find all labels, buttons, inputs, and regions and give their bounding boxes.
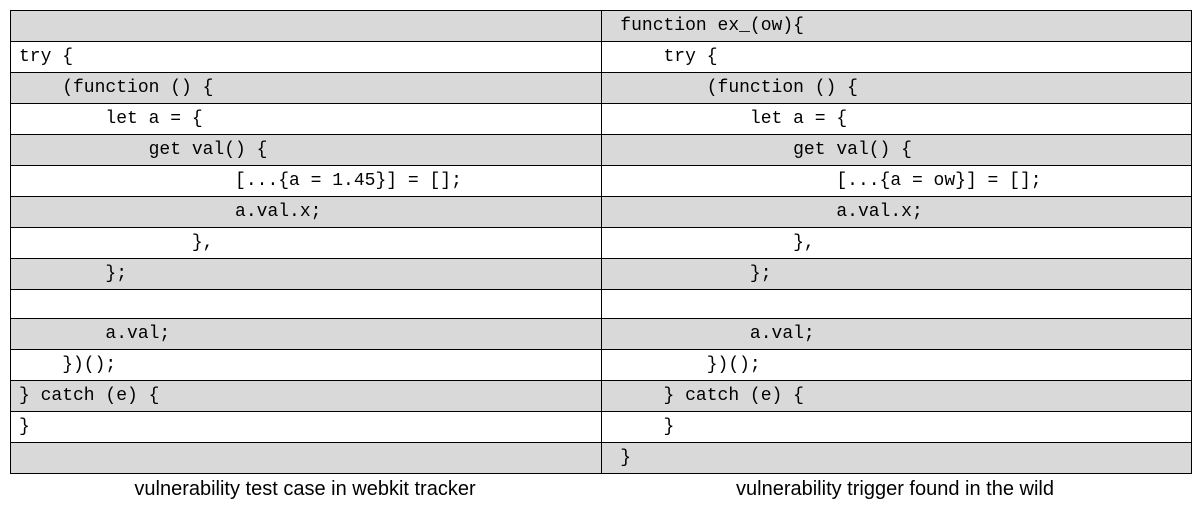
code-cell-left: } (11, 412, 602, 442)
code-cell-right: try { (602, 42, 1192, 72)
code-cell-left: try { (11, 42, 602, 72)
table-row: a.val.x; a.val.x; (11, 197, 1191, 228)
code-cell-right: function ex_(ow){ (602, 11, 1192, 41)
table-row: } (11, 443, 1191, 473)
table-row: }; }; (11, 259, 1191, 290)
code-cell-right: a.val; (602, 319, 1192, 349)
code-cell-left (11, 290, 602, 318)
code-cell-left: [...{a = 1.45}] = []; (11, 166, 602, 196)
caption-row: vulnerability test case in webkit tracke… (10, 478, 1190, 501)
table-row: a.val; a.val; (11, 319, 1191, 350)
table-row: try { try { (11, 42, 1191, 73)
caption-left: vulnerability test case in webkit tracke… (10, 478, 600, 501)
code-cell-left: let a = { (11, 104, 602, 134)
code-cell-left: get val() { (11, 135, 602, 165)
table-row: } catch (e) { } catch (e) { (11, 381, 1191, 412)
code-comparison-table: function ex_(ow){try { try { (function (… (10, 10, 1192, 474)
code-cell-right: } (602, 443, 1192, 473)
table-row: function ex_(ow){ (11, 11, 1191, 42)
code-cell-left: a.val; (11, 319, 602, 349)
code-cell-right: let a = { (602, 104, 1192, 134)
code-cell-right: (function () { (602, 73, 1192, 103)
code-cell-left: }, (11, 228, 602, 258)
code-cell-right: }, (602, 228, 1192, 258)
code-cell-left: (function () { (11, 73, 602, 103)
code-cell-right: }; (602, 259, 1192, 289)
code-cell-left: })(); (11, 350, 602, 380)
code-cell-right: [...{a = ow}] = []; (602, 166, 1192, 196)
table-row (11, 290, 1191, 319)
table-row: })(); })(); (11, 350, 1191, 381)
table-row: [...{a = 1.45}] = []; [...{a = ow}] = []… (11, 166, 1191, 197)
code-cell-left (11, 443, 602, 473)
code-cell-left: } catch (e) { (11, 381, 602, 411)
code-cell-left (11, 11, 602, 41)
table-row: }, }, (11, 228, 1191, 259)
code-cell-right: } catch (e) { (602, 381, 1192, 411)
table-row: (function () { (function () { (11, 73, 1191, 104)
code-cell-right: } (602, 412, 1192, 442)
code-cell-right: a.val.x; (602, 197, 1192, 227)
code-cell-right: })(); (602, 350, 1192, 380)
code-cell-left: a.val.x; (11, 197, 602, 227)
code-cell-right: get val() { (602, 135, 1192, 165)
code-cell-right (602, 290, 1192, 318)
code-cell-left: }; (11, 259, 602, 289)
table-row: let a = { let a = { (11, 104, 1191, 135)
table-row: } } (11, 412, 1191, 443)
caption-right: vulnerability trigger found in the wild (600, 478, 1190, 501)
table-row: get val() { get val() { (11, 135, 1191, 166)
